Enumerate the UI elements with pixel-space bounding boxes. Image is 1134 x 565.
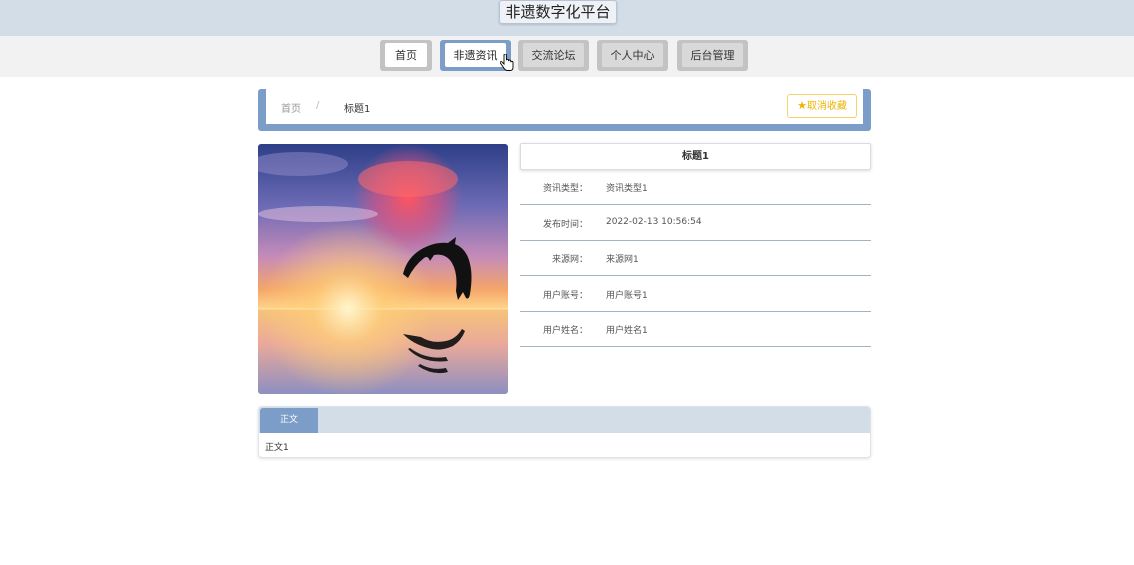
detail-label: 用户姓名： xyxy=(542,326,588,336)
detail-row-type: 资讯类型： 资讯类型1 xyxy=(520,169,871,205)
main-nav: 首页 非遗资讯 交流论坛 个人中心 后台管理 xyxy=(0,36,1134,77)
detail-value: 来源网1 xyxy=(606,255,639,265)
detail-value: 用户姓名1 xyxy=(606,326,648,336)
star-icon: ★ xyxy=(797,99,807,112)
breadcrumb-bar: 首页 / 标题1 ★取消收藏 xyxy=(258,89,871,131)
detail-row-user-account: 用户账号： 用户账号1 xyxy=(520,276,871,312)
tab-content[interactable]: 正文 xyxy=(260,408,318,433)
detail-row-publish-time: 发布时间： 2022-02-13 10:56:54 xyxy=(520,205,871,241)
cancel-favorite-button[interactable]: ★取消收藏 xyxy=(787,94,857,118)
top-header: 非遗数字化平台 xyxy=(0,0,1134,36)
nav-item-personal-center[interactable]: 个人中心 xyxy=(597,40,668,71)
breadcrumb-current: 标题1 xyxy=(344,104,371,115)
nav-item-label: 首页 xyxy=(385,43,427,67)
detail-label: 用户账号： xyxy=(542,291,588,301)
site-title: 非遗数字化平台 xyxy=(499,0,617,24)
detail-value: 资讯类型1 xyxy=(606,184,648,194)
breadcrumb: 首页 / 标题1 ★取消收藏 xyxy=(266,89,863,124)
cancel-favorite-label: 取消收藏 xyxy=(806,101,847,112)
detail-label: 发布时间： xyxy=(542,220,588,230)
hand-cursor-icon xyxy=(500,54,514,71)
content-tab-strip: 正文 xyxy=(259,407,870,433)
content-panel: 正文 正文1 xyxy=(258,406,871,458)
detail-value: 用户账号1 xyxy=(606,291,648,301)
nav-item-forum[interactable]: 交流论坛 xyxy=(518,40,589,71)
nav-item-home[interactable]: 首页 xyxy=(380,40,432,71)
detail-value: 2022-02-13 10:56:54 xyxy=(606,217,702,227)
nav-item-label: 非遗资讯 xyxy=(445,43,506,67)
detail-label: 资讯类型： xyxy=(542,184,588,194)
nav-item-label: 后台管理 xyxy=(682,43,743,67)
detail-label: 来源网： xyxy=(551,255,588,265)
detail-row-user-name: 用户姓名： 用户姓名1 xyxy=(520,311,871,347)
news-image xyxy=(258,144,508,394)
nav-item-admin[interactable]: 后台管理 xyxy=(677,40,748,71)
nav-item-label: 个人中心 xyxy=(602,43,663,67)
news-title: 标题1 xyxy=(520,143,871,170)
breadcrumb-separator: / xyxy=(316,100,320,111)
detail-row-source: 来源网： 来源网1 xyxy=(520,240,871,276)
content-body: 正文1 xyxy=(265,443,289,453)
nav-item-label: 交流论坛 xyxy=(523,43,584,67)
breadcrumb-home-link[interactable]: 首页 xyxy=(281,100,301,115)
